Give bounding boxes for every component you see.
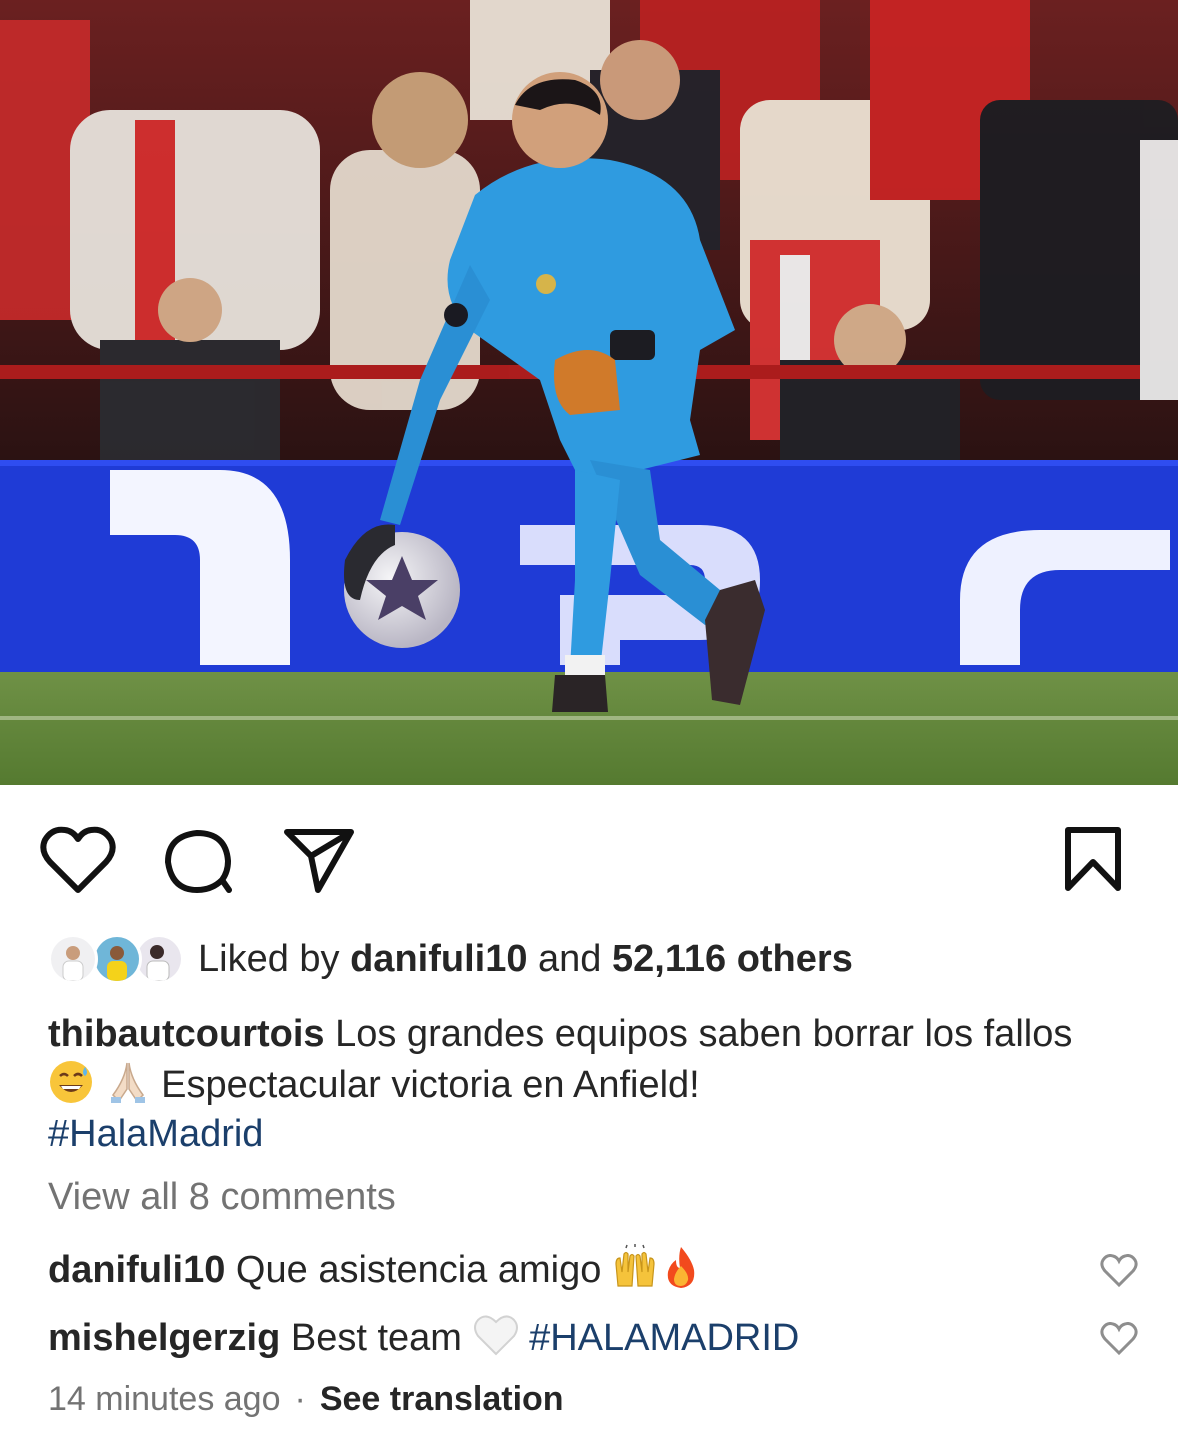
heart-icon bbox=[1100, 1254, 1138, 1288]
avatar bbox=[92, 934, 142, 984]
white-heart-emoji bbox=[473, 1312, 519, 1358]
likes-others-count[interactable]: 52,116 others bbox=[612, 938, 853, 980]
share-button[interactable] bbox=[280, 824, 358, 896]
post-meta: 14 minutes ago · See translation bbox=[48, 1380, 564, 1419]
heart-icon bbox=[40, 826, 116, 893]
paper-plane-icon bbox=[284, 829, 354, 893]
comment-username[interactable]: mishelgerzig bbox=[48, 1317, 280, 1359]
liker-username[interactable]: danifuli10 bbox=[350, 938, 527, 980]
post-action-bar bbox=[0, 820, 1178, 900]
like-button[interactable] bbox=[40, 826, 116, 896]
likes-text: Liked by danifuli10 and 52,116 others bbox=[198, 938, 853, 981]
avatar bbox=[48, 934, 98, 984]
post-timestamp: 14 minutes ago bbox=[48, 1380, 281, 1418]
bookmark-icon bbox=[1065, 827, 1121, 891]
likes-summary[interactable]: Liked by danifuli10 and 52,116 others bbox=[48, 930, 853, 988]
caption-hashtag[interactable]: #HalaMadrid bbox=[48, 1113, 263, 1155]
folded-hands-emoji bbox=[105, 1059, 151, 1105]
liker-avatars bbox=[48, 931, 186, 987]
comment-icon bbox=[165, 830, 232, 893]
fire-emoji bbox=[658, 1244, 704, 1290]
comment-button[interactable] bbox=[160, 824, 236, 896]
caption-text: Los grandes equipos saben borrar los fal… bbox=[324, 1013, 1073, 1055]
raised-hands-emoji bbox=[612, 1244, 658, 1290]
comment-text: Que asistencia amigo bbox=[225, 1249, 612, 1291]
comment-username[interactable]: danifuli10 bbox=[48, 1249, 225, 1291]
post-photo[interactable] bbox=[0, 0, 1178, 785]
comment-hashtag[interactable]: #HALAMADRID bbox=[529, 1317, 799, 1359]
comment-text: Best team bbox=[280, 1317, 473, 1359]
comment-like-button[interactable] bbox=[1100, 1322, 1138, 1356]
caption-text-2: Espectacular victoria en Anfield! bbox=[150, 1064, 700, 1106]
comment-row: mishelgerzig Best team #HALAMADRID bbox=[48, 1308, 1148, 1368]
save-button[interactable] bbox=[1058, 824, 1128, 896]
likes-and: and bbox=[527, 937, 612, 980]
comment-like-button[interactable] bbox=[1100, 1254, 1138, 1288]
heart-icon bbox=[1100, 1322, 1138, 1356]
likes-prefix: Liked by bbox=[198, 937, 351, 980]
view-all-comments-link[interactable]: View all 8 comments bbox=[48, 1176, 396, 1219]
meta-separator: · bbox=[294, 1380, 306, 1418]
caption-username[interactable]: thibautcourtois bbox=[48, 1013, 325, 1055]
see-translation-link[interactable]: See translation bbox=[320, 1380, 564, 1418]
post-photo-illustration bbox=[0, 0, 1178, 785]
grinning-sweat-emoji bbox=[48, 1059, 94, 1105]
comment-row: danifuli10 Que asistencia amigo bbox=[48, 1240, 1148, 1300]
post-caption: thibautcourtois Los grandes equipos sabe… bbox=[48, 1010, 1128, 1159]
